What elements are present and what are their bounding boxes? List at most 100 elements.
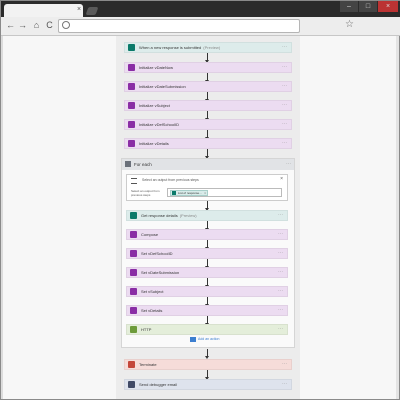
list-icon bbox=[131, 178, 137, 184]
connector-arrow bbox=[205, 370, 209, 380]
action-title: Send debugger email bbox=[139, 381, 177, 389]
variable-icon bbox=[130, 307, 137, 314]
connector-arrow bbox=[205, 240, 209, 250]
for-each-header[interactable]: For each ··· bbox=[122, 159, 294, 170]
browser-tab[interactable]: × bbox=[4, 4, 83, 17]
connector-arrow bbox=[205, 297, 209, 307]
action-card[interactable]: Get response details (Preview) ··· bbox=[126, 210, 288, 221]
action-label: Set vSubject bbox=[141, 289, 164, 294]
page-scrollbar[interactable] bbox=[396, 36, 399, 399]
action-title: Initialize vDefSchoolID bbox=[139, 121, 179, 129]
more-options-icon[interactable]: ··· bbox=[282, 63, 287, 72]
variable-icon bbox=[128, 83, 135, 90]
action-card[interactable]: Terminate ··· bbox=[124, 359, 292, 370]
dynamic-content-token[interactable]: List of response... × bbox=[170, 190, 208, 196]
action-card[interactable]: Send debugger email ··· bbox=[124, 379, 292, 390]
action-title: When a new response is submitted (Preview… bbox=[139, 44, 220, 52]
more-options-icon[interactable]: ··· bbox=[278, 249, 283, 258]
action-card[interactable]: Initialize vDefSchoolID ··· bbox=[124, 119, 292, 130]
action-card[interactable]: Initialize vDetails ··· bbox=[124, 138, 292, 149]
more-options-icon[interactable]: ··· bbox=[282, 101, 287, 110]
connector-arrow bbox=[205, 130, 209, 140]
reload-button[interactable]: C bbox=[44, 20, 55, 31]
connector-arrow bbox=[205, 201, 209, 211]
forward-button[interactable]: → bbox=[17, 20, 28, 31]
more-options-icon[interactable]: ··· bbox=[282, 120, 287, 129]
page-info-icon[interactable] bbox=[62, 21, 70, 29]
forms-icon bbox=[130, 212, 137, 219]
minimize-button[interactable]: – bbox=[340, 1, 358, 12]
more-options-icon[interactable]: ··· bbox=[278, 306, 283, 315]
home-button[interactable]: ⌂ bbox=[31, 20, 42, 31]
more-options-icon[interactable]: ··· bbox=[286, 159, 291, 169]
flow-canvas: When a new response is submitted (Preview… bbox=[116, 36, 300, 399]
action-card[interactable]: Set vDefSchoolID ··· bbox=[126, 248, 288, 259]
action-title: Initialize vDetails bbox=[139, 140, 169, 148]
select-output-card: Select an output from previous steps × Sel… bbox=[126, 174, 288, 201]
action-card[interactable]: Set vDateSubmission ··· bbox=[126, 267, 288, 278]
more-options-icon[interactable]: ··· bbox=[278, 230, 283, 239]
browser-window: × – □ × ← → ⌂ C ☆ When a new response is… bbox=[0, 0, 400, 400]
terminate-icon bbox=[128, 361, 135, 368]
more-options-icon[interactable]: ··· bbox=[278, 211, 283, 220]
action-title: Initialize vDateNow bbox=[139, 64, 173, 72]
close-icon[interactable]: × bbox=[280, 176, 283, 183]
variable-icon bbox=[128, 121, 135, 128]
more-options-icon[interactable]: ··· bbox=[282, 139, 287, 148]
tab-bar: × – □ × bbox=[1, 1, 400, 17]
add-action-icon bbox=[190, 337, 196, 342]
forms-icon bbox=[172, 191, 176, 195]
more-options-icon[interactable]: ··· bbox=[282, 360, 287, 369]
action-card[interactable]: Initialize vDateNow ··· bbox=[124, 62, 292, 73]
action-label: Terminate bbox=[139, 362, 157, 367]
action-card[interactable]: When a new response is submitted (Preview… bbox=[124, 42, 292, 53]
connector-arrow bbox=[205, 278, 209, 288]
select-output-title: Select an output from previous steps bbox=[142, 178, 199, 182]
action-label: Initialize vDefSchoolID bbox=[139, 122, 180, 127]
action-label: Initialize vDateSubmission bbox=[139, 84, 186, 89]
action-title: Set vDateSubmission bbox=[141, 269, 179, 277]
action-card[interactable]: Initialize vDateSubmission ··· bbox=[124, 81, 292, 92]
more-options-icon[interactable]: ··· bbox=[278, 325, 283, 334]
preview-tag: (Preview) bbox=[179, 213, 197, 218]
connector-arrow bbox=[205, 53, 209, 63]
connector-arrow bbox=[205, 111, 209, 121]
action-label: Set vDefSchoolID bbox=[141, 251, 173, 256]
connector-arrow bbox=[205, 73, 209, 83]
browser-toolbar: ← → ⌂ C ☆ bbox=[1, 17, 400, 36]
bookmark-star-icon[interactable]: ☆ bbox=[345, 19, 354, 30]
address-bar[interactable]: ☆ bbox=[58, 19, 354, 33]
action-label: Initialize vDateNow bbox=[139, 65, 174, 70]
action-card[interactable]: HTTP ··· bbox=[126, 324, 288, 335]
action-title: Get response details (Preview) bbox=[141, 212, 197, 220]
action-card[interactable]: Set vSubject ··· bbox=[126, 286, 288, 297]
select-output-label: Select an output from previous steps bbox=[131, 189, 160, 197]
action-label: Get response details bbox=[141, 213, 178, 218]
back-button[interactable]: ← bbox=[5, 20, 16, 31]
action-card[interactable]: Compose ··· bbox=[126, 229, 288, 240]
variable-icon bbox=[128, 140, 135, 147]
token-remove-icon[interactable]: × bbox=[204, 191, 206, 196]
action-title: Compose bbox=[141, 231, 158, 239]
more-options-icon[interactable]: ··· bbox=[278, 287, 283, 296]
action-label: Compose bbox=[141, 232, 159, 237]
variable-icon bbox=[130, 231, 137, 238]
more-options-icon[interactable]: ··· bbox=[278, 268, 283, 277]
action-label: HTTP bbox=[141, 327, 152, 332]
variable-icon bbox=[130, 269, 137, 276]
close-window-button[interactable]: × bbox=[378, 1, 398, 12]
more-options-icon[interactable]: ··· bbox=[282, 43, 287, 52]
more-options-icon[interactable]: ··· bbox=[282, 380, 287, 389]
new-tab-button[interactable] bbox=[85, 7, 99, 15]
maximize-button[interactable]: □ bbox=[359, 1, 377, 12]
select-output-input[interactable]: List of response... × bbox=[167, 188, 282, 197]
connector-arrow bbox=[205, 259, 209, 269]
action-card[interactable]: Initialize vSubject ··· bbox=[124, 100, 292, 111]
tab-close-icon[interactable]: × bbox=[77, 5, 81, 15]
action-card[interactable]: Set vDetails ··· bbox=[126, 305, 288, 316]
more-options-icon[interactable]: ··· bbox=[282, 82, 287, 91]
action-label: Initialize vSubject bbox=[139, 103, 170, 108]
for-each-title: For each bbox=[134, 162, 152, 167]
add-action-label: Add an action bbox=[198, 337, 220, 341]
variable-icon bbox=[128, 64, 135, 71]
